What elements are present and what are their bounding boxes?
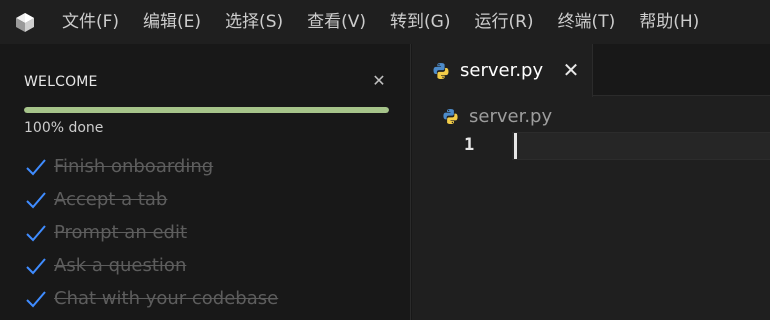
menu-view[interactable]: 查看(V) bbox=[295, 0, 378, 44]
python-icon bbox=[443, 108, 458, 124]
menu-edit[interactable]: 编辑(E) bbox=[131, 0, 213, 44]
welcome-title: WELCOME bbox=[24, 74, 98, 90]
task-item[interactable]: Finish onboarding bbox=[24, 150, 404, 183]
tab-server-py[interactable]: server.py ✕ bbox=[412, 44, 593, 97]
tab-label: server.py bbox=[460, 60, 544, 81]
editor-area: server.py ✕ server.py 1 bbox=[412, 44, 770, 320]
progress-bar bbox=[24, 107, 389, 113]
menu-bar: 文件(F) 编辑(E) 选择(S) 查看(V) 转到(G) 运行(R) 终端(T… bbox=[0, 0, 770, 44]
menu-go[interactable]: 转到(G) bbox=[378, 0, 462, 44]
task-label: Prompt an edit bbox=[54, 222, 188, 243]
progress-text: 100% done bbox=[24, 120, 104, 136]
code-line[interactable]: 1 bbox=[412, 132, 770, 160]
checkmark-icon bbox=[24, 287, 48, 311]
current-line-highlight bbox=[512, 132, 770, 160]
task-item[interactable]: Accept a tab bbox=[24, 183, 404, 216]
welcome-panel: WELCOME ✕ 100% done Finish onboarding Ac… bbox=[0, 44, 411, 320]
task-label: Ask a question bbox=[54, 255, 187, 276]
task-label: Finish onboarding bbox=[54, 156, 214, 177]
task-item[interactable]: Ask a question bbox=[24, 249, 404, 282]
checkmark-icon bbox=[24, 155, 48, 179]
progress-fill bbox=[24, 107, 389, 113]
menu-run[interactable]: 运行(R) bbox=[462, 0, 545, 44]
breadcrumb[interactable]: server.py bbox=[442, 104, 552, 128]
menu-file[interactable]: 文件(F) bbox=[48, 0, 131, 44]
checkmark-icon bbox=[24, 188, 48, 212]
menu-help[interactable]: 帮助(H) bbox=[627, 0, 711, 44]
onboarding-task-list: Finish onboarding Accept a tab Prompt an… bbox=[24, 150, 404, 315]
menu-selection[interactable]: 选择(S) bbox=[213, 0, 295, 44]
close-icon[interactable]: ✕ bbox=[561, 60, 581, 80]
menu-terminal[interactable]: 终端(T) bbox=[546, 0, 628, 44]
line-number: 1 bbox=[464, 135, 475, 155]
python-icon bbox=[433, 62, 449, 79]
editor-tab-bar: server.py ✕ bbox=[412, 44, 770, 97]
breadcrumb-file-label: server.py bbox=[469, 105, 553, 127]
task-label: Chat with your codebase bbox=[54, 288, 279, 309]
text-cursor bbox=[514, 133, 517, 159]
checkmark-icon bbox=[24, 254, 48, 278]
task-item[interactable]: Prompt an edit bbox=[24, 216, 404, 249]
task-label: Accept a tab bbox=[54, 189, 168, 210]
task-item[interactable]: Chat with your codebase bbox=[24, 282, 404, 315]
app-logo-icon[interactable] bbox=[14, 11, 36, 33]
close-icon[interactable]: ✕ bbox=[370, 72, 388, 90]
checkmark-icon bbox=[24, 221, 48, 245]
